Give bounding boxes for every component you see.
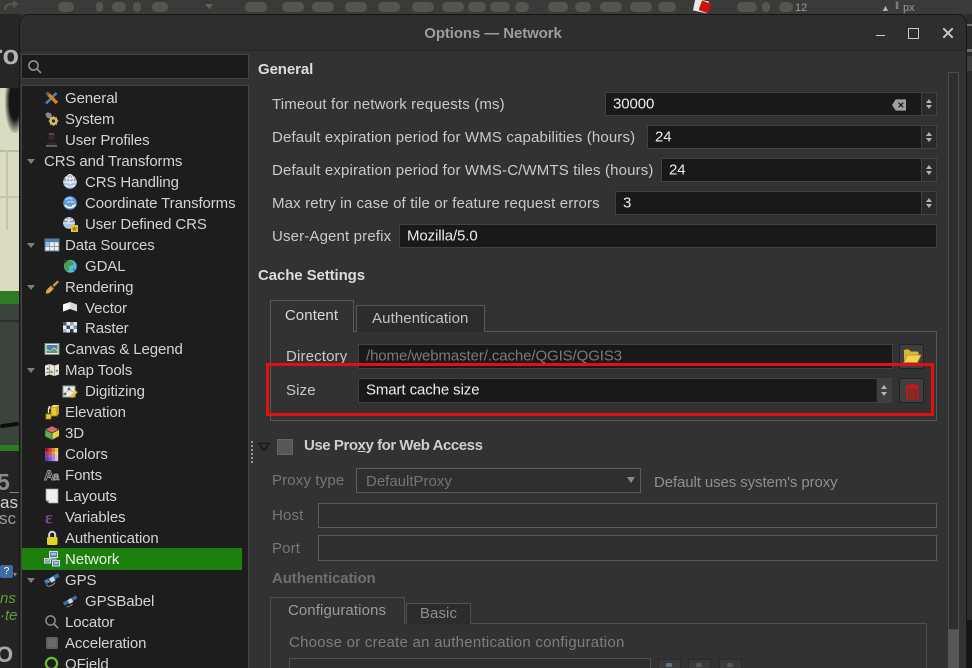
svg-text:ε: ε bbox=[45, 509, 53, 525]
svg-text:a: a bbox=[53, 471, 60, 483]
